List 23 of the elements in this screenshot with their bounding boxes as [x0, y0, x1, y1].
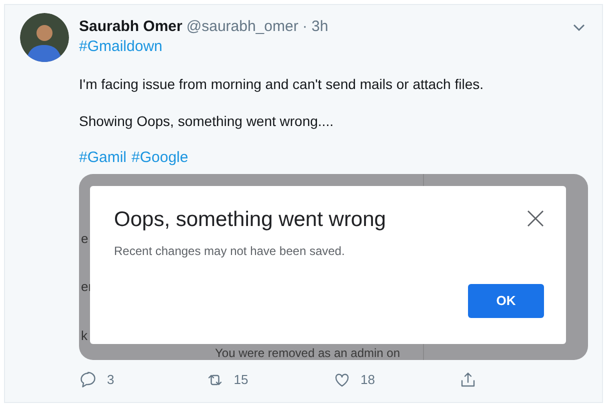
tweet-text: I'm facing issue from morning and can't send mails or attach files. — [79, 75, 485, 94]
hashtag-link[interactable]: #Google — [132, 148, 188, 168]
author-name[interactable]: Saurabh Omer — [79, 17, 182, 37]
ok-button[interactable]: OK — [468, 284, 544, 318]
share-icon — [459, 370, 478, 389]
action-button[interactable] — [79, 370, 97, 389]
background-text: You were removed as an admin on — [215, 346, 400, 360]
hashtag-link[interactable]: #Gmaildown — [79, 37, 162, 57]
hashtag-link[interactable]: #Gamil — [79, 148, 127, 168]
action-count: 18 — [360, 371, 375, 389]
dialog-message: Recent changes may not have been saved. — [114, 243, 346, 260]
author-handle[interactable]: @saurabh_omer — [186, 17, 298, 37]
tweet-text: Showing Oops, something went wrong.... — [79, 112, 334, 131]
background-text: k — [81, 326, 88, 345]
action-button[interactable] — [459, 370, 478, 389]
close-icon[interactable] — [527, 210, 544, 227]
speech-bubble-icon — [79, 370, 97, 389]
avatar[interactable] — [20, 13, 69, 62]
action-count: 15 — [234, 371, 248, 389]
tweet-time[interactable]: · 3h — [302, 17, 328, 37]
background-text: e — [81, 230, 90, 248]
action-count: 3 — [107, 371, 114, 389]
dialog-title: Oops, something went wrong — [114, 207, 386, 233]
